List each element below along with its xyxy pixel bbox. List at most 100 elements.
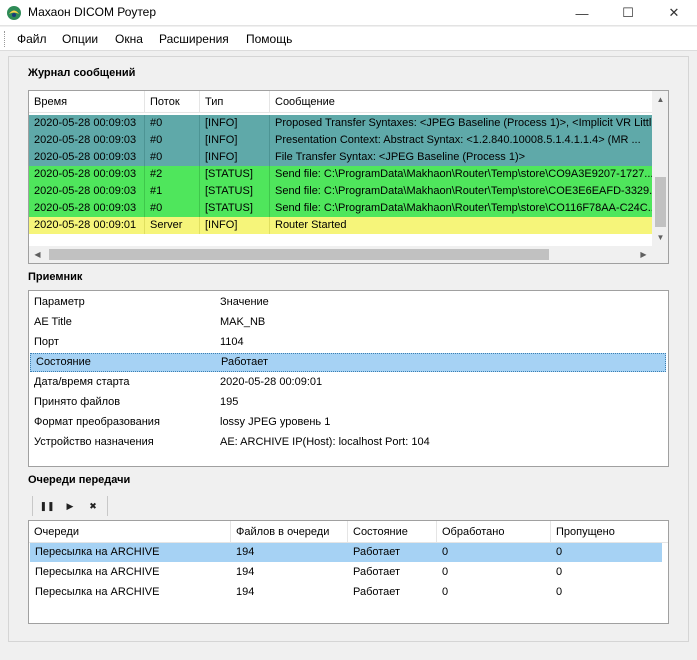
queue-files: 194	[236, 566, 255, 578]
log-col-message[interactable]: Сообщение	[270, 91, 652, 113]
menu-file[interactable]: Файл	[17, 32, 47, 46]
close-button[interactable]: ✕	[651, 0, 697, 26]
play-icon[interactable]: ▶	[61, 497, 79, 515]
log-row-message: Send file: C:\ProgramData\Makhaon\Router…	[275, 202, 652, 214]
queue-files: 194	[236, 546, 255, 558]
log-horizontal-scrollbar[interactable]: ◀ ▶	[29, 246, 652, 263]
minimize-button[interactable]: —	[559, 0, 605, 26]
menu-options[interactable]: Опции	[62, 32, 98, 46]
scroll-left-icon[interactable]: ◀	[29, 246, 46, 263]
queue-row[interactable]: Пересылка на ARCHIVE 194 Работает 0 0	[30, 563, 662, 582]
log-row-time: 2020-05-28 00:09:03	[29, 200, 145, 217]
queues-list[interactable]: Очереди Файлов в очереди Состояние Обраб…	[28, 520, 669, 624]
log-vertical-scrollbar[interactable]: ▲ ▼	[652, 91, 668, 246]
receiver-row[interactable]: Дата/время старта 2020-05-28 00:09:01	[29, 374, 668, 391]
title-bar: Махаон DICOM Роутер — ☐ ✕	[0, 0, 697, 26]
queues-col-files[interactable]: Файлов в очереди	[231, 521, 348, 543]
queue-row[interactable]: Пересылка на ARCHIVE 194 Работает 0 0	[30, 583, 662, 602]
log-row[interactable]: 2020-05-28 00:09:03 #2 [STATUS] Send fil…	[29, 166, 652, 183]
log-row-message: Presentation Context: Abstract Syntax: <…	[275, 134, 641, 146]
receiver-row[interactable]: Порт 1104	[29, 334, 668, 351]
receiver-value: lossy JPEG уровень 1	[220, 416, 331, 428]
scroll-down-icon[interactable]: ▼	[652, 229, 668, 246]
log-row[interactable]: 2020-05-28 00:09:01 Server [INFO] Router…	[29, 217, 652, 234]
queue-row-selected[interactable]: Пересылка на ARCHIVE 194 Работает 0 0	[30, 543, 662, 562]
queue-name: Пересылка на ARCHIVE	[35, 546, 160, 558]
receiver-grid[interactable]: Параметр Значение AE Title MAK_NB Порт 1…	[28, 290, 669, 467]
log-row[interactable]: 2020-05-28 00:09:03 #0 [STATUS] Send fil…	[29, 200, 652, 217]
log-row-message: Router Started	[275, 219, 347, 231]
scroll-up-icon[interactable]: ▲	[652, 91, 668, 108]
log-row-message: File Transfer Syntax: <JPEG Baseline (Pr…	[275, 151, 526, 163]
receiver-row[interactable]: Принято файлов 195	[29, 394, 668, 411]
queues-section-title: Очереди передачи	[28, 474, 131, 486]
log-col-thread[interactable]: Поток	[145, 91, 200, 113]
queue-state: Работает	[353, 586, 401, 598]
receiver-value: AE: ARCHIVE IP(Host): localhost Port: 10…	[220, 436, 430, 448]
queues-header: Очереди Файлов в очереди Состояние Обраб…	[29, 521, 668, 543]
log-row-type: [INFO]	[200, 132, 270, 149]
log-hscroll-thumb[interactable]	[49, 249, 549, 260]
queues-col-name[interactable]: Очереди	[29, 521, 231, 543]
menu-extensions[interactable]: Расширения	[159, 32, 229, 46]
receiver-value: 195	[220, 396, 239, 408]
maximize-button[interactable]: ☐	[605, 0, 651, 26]
receiver-section-title: Приемник	[28, 271, 83, 283]
log-col-time[interactable]: Время	[29, 91, 145, 113]
log-row-thread: #2	[145, 166, 200, 183]
queue-processed: 0	[442, 566, 449, 578]
queue-state: Работает	[353, 566, 401, 578]
log-row-time: 2020-05-28 00:09:03	[29, 166, 145, 183]
log-col-type[interactable]: Тип	[200, 91, 270, 113]
log-header: Время Поток Тип Сообщение	[29, 91, 652, 113]
log-row-message: Proposed Transfer Syntaxes: <JPEG Baseli…	[275, 117, 652, 129]
receiver-row[interactable]: Формат преобразования lossy JPEG уровень…	[29, 414, 668, 431]
log-row-type: [INFO]	[200, 217, 270, 234]
log-vscroll-thumb[interactable]	[655, 177, 666, 227]
log-row-message: Send file: C:\ProgramData\Makhaon\Router…	[275, 168, 652, 180]
receiver-value: 2020-05-28 00:09:01	[220, 376, 323, 388]
app-icon	[7, 6, 21, 20]
receiver-value: 1104	[220, 336, 244, 348]
log-row-thread: #1	[145, 183, 200, 200]
log-row-time: 2020-05-28 00:09:03	[29, 183, 145, 200]
log-row-message: Send file: C:\ProgramData\Makhaon\Router…	[275, 185, 652, 197]
log-row-thread: #0	[145, 115, 200, 132]
log-row[interactable]: 2020-05-28 00:09:03 #1 [STATUS] Send fil…	[29, 183, 652, 200]
log-row-type: [STATUS]	[200, 183, 270, 200]
status-bar	[0, 644, 697, 660]
receiver-row-selected[interactable]: Состояние Работает	[30, 353, 666, 372]
log-list[interactable]: Время Поток Тип Сообщение 2020-05-28 00:…	[28, 90, 669, 264]
receiver-row[interactable]: AE Title MAK_NB	[29, 314, 668, 331]
log-row-time: 2020-05-28 00:09:03	[29, 149, 145, 166]
log-row-time: 2020-05-28 00:09:03	[29, 132, 145, 149]
scroll-right-icon[interactable]: ▶	[635, 246, 652, 263]
pause-icon[interactable]: ❚❚	[38, 497, 56, 515]
log-row[interactable]: 2020-05-28 00:09:03 #0 [INFO] Presentati…	[29, 132, 652, 149]
menu-help[interactable]: Помощь	[246, 32, 292, 46]
queue-processed: 0	[442, 546, 449, 558]
queue-name: Пересылка на ARCHIVE	[35, 566, 160, 578]
queue-files: 194	[236, 586, 255, 598]
menu-grip	[4, 31, 6, 47]
log-section-title: Журнал сообщений	[28, 67, 136, 79]
queue-skipped: 0	[556, 586, 563, 598]
stop-icon[interactable]: ✖	[84, 497, 102, 515]
log-row-type: [STATUS]	[200, 200, 270, 217]
receiver-row[interactable]: Устройство назначения AE: ARCHIVE IP(Hos…	[29, 434, 668, 451]
log-row-thread: #0	[145, 200, 200, 217]
queues-col-skipped[interactable]: Пропущено	[551, 521, 668, 543]
toolbar-grip	[32, 496, 33, 516]
queues-col-processed[interactable]: Обработано	[437, 521, 551, 543]
receiver-col-param: Параметр	[34, 296, 85, 308]
log-row[interactable]: 2020-05-28 00:09:03 #0 [INFO] Proposed T…	[29, 115, 652, 132]
receiver-param: Дата/время старта	[34, 376, 130, 388]
receiver-param: Принято файлов	[34, 396, 121, 408]
log-row[interactable]: 2020-05-28 00:09:03 #0 [INFO] File Trans…	[29, 149, 652, 166]
menu-bar: Файл Опции Окна Расширения Помощь	[0, 27, 697, 51]
menu-windows[interactable]: Окна	[115, 32, 143, 46]
queue-state: Работает	[353, 546, 401, 558]
receiver-param: Формат преобразования	[34, 416, 160, 428]
queues-toolbar: ❚❚ ▶ ✖	[28, 494, 669, 518]
queues-col-state[interactable]: Состояние	[348, 521, 437, 543]
